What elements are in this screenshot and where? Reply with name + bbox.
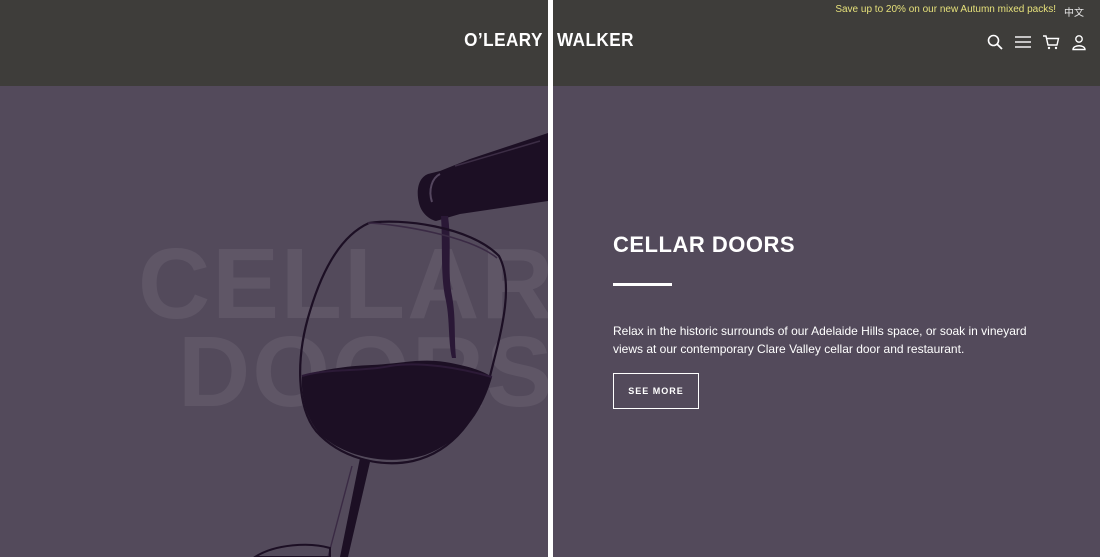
cart-icon[interactable] xyxy=(1042,33,1060,51)
language-switch[interactable]: 中文 xyxy=(1064,4,1084,19)
menu-icon[interactable] xyxy=(1014,33,1032,51)
header-icons xyxy=(986,33,1088,51)
see-more-button[interactable]: SEE MORE xyxy=(613,373,699,409)
logo-right-word[interactable]: WALKER xyxy=(557,30,634,51)
account-icon[interactable] xyxy=(1070,33,1088,51)
logo-left-word[interactable]: O’LEARY xyxy=(464,30,543,51)
hero-image-panel: CELLAR DOORS xyxy=(0,86,548,557)
section-description: Relax in the historic surrounds of our A… xyxy=(613,324,1027,356)
search-icon[interactable] xyxy=(986,33,1004,51)
promo-banner-link[interactable]: Save up to 20% on our new Autumn mixed p… xyxy=(835,4,1056,15)
section-title: CELLAR DOORS xyxy=(613,232,795,257)
hero-content-panel: CELLAR DOORS Relax in the historic surro… xyxy=(553,86,1100,557)
title-underline xyxy=(613,283,672,286)
wine-pour-illustration xyxy=(253,133,548,557)
